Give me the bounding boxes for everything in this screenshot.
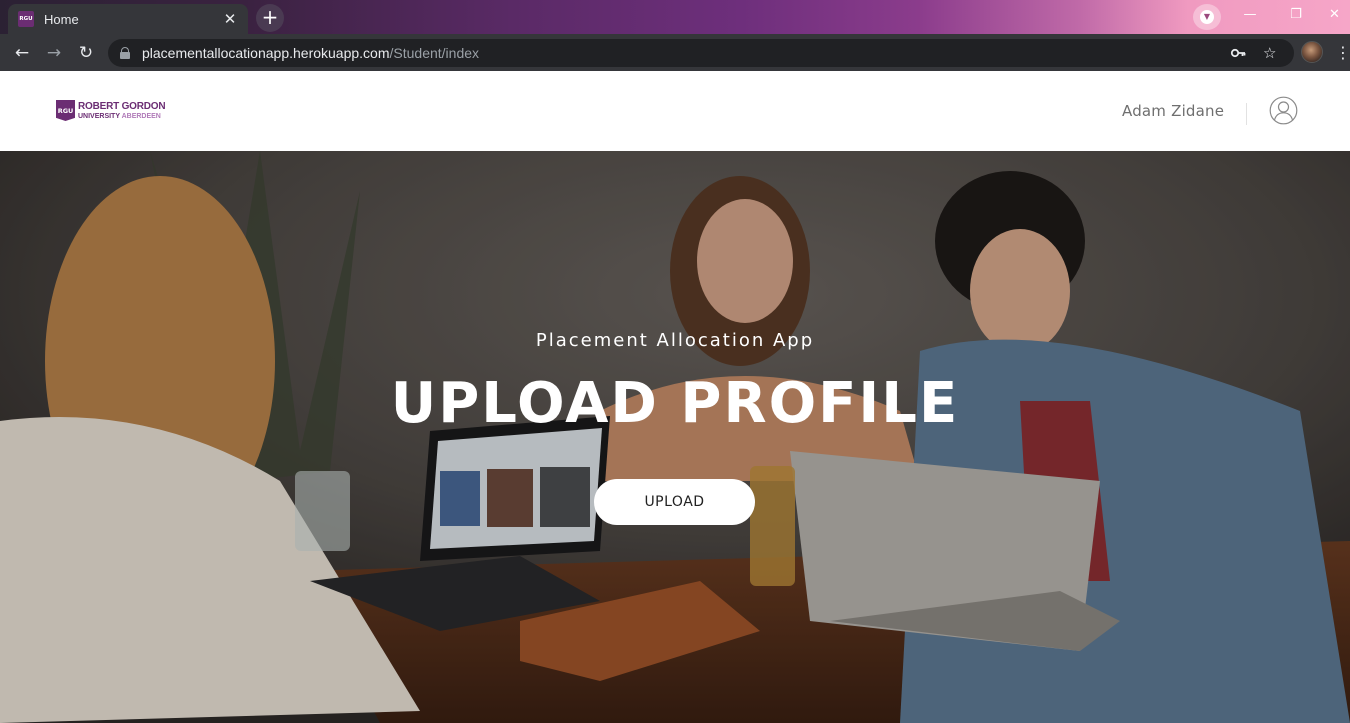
site-header: RGU ROBERT GORDON UNIVERSITY ABERDEEN Ad… [0, 71, 1350, 151]
browser-tabstrip: RGU Home ✕ + ▼ — ❐ ✕ [0, 0, 1350, 34]
hero-overlay [0, 151, 1350, 723]
tab-close-icon[interactable]: ✕ [222, 10, 238, 28]
tab-title: Home [44, 11, 79, 27]
lock-icon[interactable] [120, 47, 130, 59]
hero-title: UPLOAD PROFILE [390, 371, 960, 436]
key-icon[interactable] [1230, 39, 1246, 67]
address-bar[interactable]: placementallocationapp.herokuapp.com/Stu… [108, 39, 1294, 67]
minimize-button[interactable]: — [1227, 4, 1273, 28]
rgu-logo[interactable]: RGU ROBERT GORDON UNIVERSITY ABERDEEN [56, 100, 166, 121]
hero-subtitle: Placement Allocation App [535, 330, 815, 351]
hero-section: Placement Allocation App UPLOAD PROFILE … [0, 151, 1350, 723]
reload-icon[interactable]: ↻ [74, 41, 98, 65]
close-window-button[interactable]: ✕ [1319, 4, 1350, 28]
upload-button[interactable]: UPLOAD [594, 479, 755, 525]
chevron-down-icon: ▼ [1200, 10, 1214, 24]
rgu-crest-icon: RGU [56, 100, 75, 121]
back-arrow-icon[interactable]: ← [10, 41, 34, 65]
bookmark-star-icon[interactable]: ☆ [1263, 39, 1276, 67]
restore-button[interactable]: ❐ [1273, 4, 1319, 28]
user-name-link[interactable]: Adam Zidane [1122, 102, 1224, 120]
logo-name: ROBERT GORDON [78, 100, 166, 112]
profile-dropdown-button[interactable]: ▼ [1193, 4, 1221, 30]
rgu-favicon-icon: RGU [18, 11, 34, 27]
logo-university: UNIVERSITY [78, 112, 120, 120]
browser-menu-icon[interactable]: ⋮ [1335, 41, 1350, 65]
url-path: /Student/index [389, 45, 480, 61]
profile-avatar[interactable] [1301, 41, 1323, 63]
browser-toolbar: ← → ↻ placementallocationapp.herokuapp.c… [0, 34, 1350, 71]
header-divider [1246, 103, 1247, 125]
user-account-icon[interactable] [1269, 96, 1298, 125]
forward-arrow-icon[interactable]: → [42, 41, 66, 65]
url-host: placementallocationapp.herokuapp.com [142, 45, 390, 61]
logo-city: ABERDEEN [121, 112, 161, 120]
browser-tab-home[interactable]: RGU Home ✕ [8, 4, 248, 34]
new-tab-button[interactable]: + [256, 4, 284, 32]
